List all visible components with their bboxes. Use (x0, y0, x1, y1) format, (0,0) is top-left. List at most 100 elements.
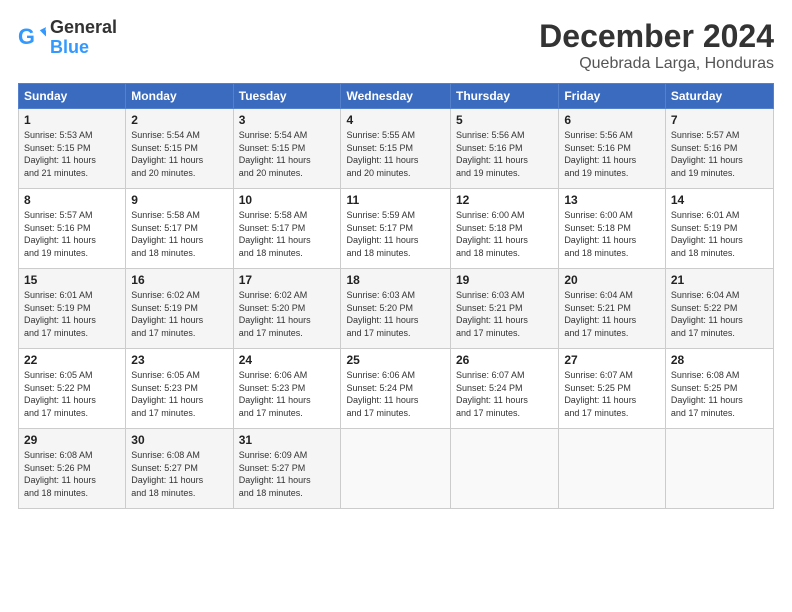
calendar-cell: 23Sunrise: 6:05 AMSunset: 5:23 PMDayligh… (126, 349, 233, 429)
calendar-week-4: 22Sunrise: 6:05 AMSunset: 5:22 PMDayligh… (19, 349, 774, 429)
day-number: 22 (24, 353, 120, 367)
day-number: 18 (346, 273, 445, 287)
day-info: Sunrise: 5:55 AMSunset: 5:15 PMDaylight:… (346, 129, 445, 179)
day-number: 12 (456, 193, 553, 207)
calendar-cell: 5Sunrise: 5:56 AMSunset: 5:16 PMDaylight… (451, 109, 559, 189)
calendar-cell: 11 Sunrise: 5:59 AMSunset: 5:17 PMDayligh… (341, 189, 451, 269)
location-title: Quebrada Larga, Honduras (539, 55, 774, 73)
calendar-header-saturday: Saturday (665, 84, 773, 109)
calendar-cell: 19Sunrise: 6:03 AMSunset: 5:21 PMDayligh… (451, 269, 559, 349)
day-info: Sunrise: 5:56 AMSunset: 5:16 PMDaylight:… (564, 129, 660, 179)
day-number: 30 (131, 433, 227, 447)
day-number: 14 (671, 193, 768, 207)
calendar-header-tuesday: Tuesday (233, 84, 341, 109)
calendar-cell: 20 Sunrise: 6:04 AMSunset: 5:21 PMDayligh… (559, 269, 666, 349)
calendar-cell: 2 Sunrise: 5:54 AMSunset: 5:15 PMDaylight… (126, 109, 233, 189)
calendar-cell: 14Sunrise: 6:01 AMSunset: 5:19 PMDayligh… (665, 189, 773, 269)
logo-blue-text: Blue (50, 37, 89, 57)
calendar-week-3: 15Sunrise: 6:01 AMSunset: 5:19 PMDayligh… (19, 269, 774, 349)
day-info: Sunrise: 6:06 AMSunset: 5:24 PMDaylight:… (346, 369, 445, 419)
day-info: Sunrise: 5:54 AMSunset: 5:15 PMDaylight:… (239, 129, 336, 179)
calendar-cell: 12 Sunrise: 6:00 AMSunset: 5:18 PMDayligh… (451, 189, 559, 269)
calendar-cell: 6 Sunrise: 5:56 AMSunset: 5:16 PMDaylight… (559, 109, 666, 189)
day-number: 2 (131, 113, 227, 127)
calendar-header-row: SundayMondayTuesdayWednesdayThursdayFrid… (19, 84, 774, 109)
calendar-cell: 30Sunrise: 6:08 AMSunset: 5:27 PMDayligh… (126, 429, 233, 509)
page: G General Blue December 2024 Quebrada La… (0, 0, 792, 612)
calendar-table: SundayMondayTuesdayWednesdayThursdayFrid… (18, 83, 774, 509)
day-info: Sunrise: 6:04 AMSunset: 5:21 PMDaylight:… (564, 289, 660, 339)
logo-icon: G (18, 24, 46, 52)
calendar-cell: 28 Sunrise: 6:08 AMSunset: 5:25 PMDayligh… (665, 349, 773, 429)
day-number: 11 (346, 193, 445, 207)
day-number: 26 (456, 353, 553, 367)
logo: G General Blue (18, 18, 117, 58)
day-number: 4 (346, 113, 445, 127)
day-number: 10 (239, 193, 336, 207)
day-number: 15 (24, 273, 120, 287)
calendar-cell: 18 Sunrise: 6:03 AMSunset: 5:20 PMDayligh… (341, 269, 451, 349)
day-info: Sunrise: 5:53 AMSunset: 5:15 PMDaylight:… (24, 129, 120, 179)
day-number: 20 (564, 273, 660, 287)
day-info: Sunrise: 6:07 AMSunset: 5:25 PMDaylight:… (564, 369, 660, 419)
day-info: Sunrise: 5:59 AMSunset: 5:17 PMDaylight:… (346, 209, 445, 259)
day-number: 23 (131, 353, 227, 367)
day-number: 29 (24, 433, 120, 447)
day-number: 3 (239, 113, 336, 127)
calendar-cell: 29 Sunrise: 6:08 AMSunset: 5:26 PMDayligh… (19, 429, 126, 509)
calendar-week-1: 1 Sunrise: 5:53 AMSunset: 5:15 PMDaylight… (19, 109, 774, 189)
day-info: Sunrise: 5:58 AMSunset: 5:17 PMDaylight:… (239, 209, 336, 259)
day-number: 25 (346, 353, 445, 367)
day-number: 1 (24, 113, 120, 127)
day-info: Sunrise: 6:03 AMSunset: 5:20 PMDaylight:… (346, 289, 445, 339)
calendar-header-friday: Friday (559, 84, 666, 109)
calendar-cell: 24 Sunrise: 6:06 AMSunset: 5:23 PMDayligh… (233, 349, 341, 429)
calendar-cell: 31 Sunrise: 6:09 AMSunset: 5:27 PMDayligh… (233, 429, 341, 509)
day-info: Sunrise: 6:07 AMSunset: 5:24 PMDaylight:… (456, 369, 553, 419)
day-info: Sunrise: 6:08 AMSunset: 5:26 PMDaylight:… (24, 449, 120, 499)
calendar-header-wednesday: Wednesday (341, 84, 451, 109)
logo-general-text: General (50, 17, 117, 37)
calendar-cell: 16Sunrise: 6:02 AMSunset: 5:19 PMDayligh… (126, 269, 233, 349)
day-info: Sunrise: 6:00 AMSunset: 5:18 PMDaylight:… (564, 209, 660, 259)
month-title: December 2024 (539, 18, 774, 55)
calendar-header-thursday: Thursday (451, 84, 559, 109)
day-info: Sunrise: 6:04 AMSunset: 5:22 PMDaylight:… (671, 289, 768, 339)
calendar-cell: 17Sunrise: 6:02 AMSunset: 5:20 PMDayligh… (233, 269, 341, 349)
calendar-cell: 1 Sunrise: 5:53 AMSunset: 5:15 PMDaylight… (19, 109, 126, 189)
day-info: Sunrise: 6:09 AMSunset: 5:27 PMDaylight:… (239, 449, 336, 499)
day-number: 13 (564, 193, 660, 207)
title-block: December 2024 Quebrada Larga, Honduras (539, 18, 774, 73)
calendar-cell: 15Sunrise: 6:01 AMSunset: 5:19 PMDayligh… (19, 269, 126, 349)
calendar-cell: 27Sunrise: 6:07 AMSunset: 5:25 PMDayligh… (559, 349, 666, 429)
day-number: 19 (456, 273, 553, 287)
calendar-cell: 21 Sunrise: 6:04 AMSunset: 5:22 PMDayligh… (665, 269, 773, 349)
calendar-cell: 13 Sunrise: 6:00 AMSunset: 5:18 PMDayligh… (559, 189, 666, 269)
day-number: 7 (671, 113, 768, 127)
day-info: Sunrise: 6:06 AMSunset: 5:23 PMDaylight:… (239, 369, 336, 419)
day-number: 21 (671, 273, 768, 287)
calendar-cell: 26 Sunrise: 6:07 AMSunset: 5:24 PMDayligh… (451, 349, 559, 429)
day-info: Sunrise: 5:57 AMSunset: 5:16 PMDaylight:… (24, 209, 120, 259)
day-info: Sunrise: 5:57 AMSunset: 5:16 PMDaylight:… (671, 129, 768, 179)
day-info: Sunrise: 6:08 AMSunset: 5:25 PMDaylight:… (671, 369, 768, 419)
day-number: 31 (239, 433, 336, 447)
day-info: Sunrise: 5:54 AMSunset: 5:15 PMDaylight:… (131, 129, 227, 179)
day-info: Sunrise: 6:02 AMSunset: 5:20 PMDaylight:… (239, 289, 336, 339)
calendar-week-5: 29 Sunrise: 6:08 AMSunset: 5:26 PMDayligh… (19, 429, 774, 509)
calendar-week-2: 8Sunrise: 5:57 AMSunset: 5:16 PMDaylight… (19, 189, 774, 269)
day-number: 28 (671, 353, 768, 367)
calendar-cell: 3 Sunrise: 5:54 AMSunset: 5:15 PMDaylight… (233, 109, 341, 189)
day-number: 24 (239, 353, 336, 367)
calendar-cell: 4 Sunrise: 5:55 AMSunset: 5:15 PMDaylight… (341, 109, 451, 189)
day-number: 6 (564, 113, 660, 127)
calendar-cell: 7 Sunrise: 5:57 AMSunset: 5:16 PMDaylight… (665, 109, 773, 189)
day-info: Sunrise: 6:00 AMSunset: 5:18 PMDaylight:… (456, 209, 553, 259)
calendar-header-monday: Monday (126, 84, 233, 109)
calendar-cell: 9Sunrise: 5:58 AMSunset: 5:17 PMDaylight… (126, 189, 233, 269)
calendar-cell (451, 429, 559, 509)
header: G General Blue December 2024 Quebrada La… (18, 18, 774, 73)
day-number: 9 (131, 193, 227, 207)
svg-text:G: G (18, 24, 35, 49)
day-number: 5 (456, 113, 553, 127)
